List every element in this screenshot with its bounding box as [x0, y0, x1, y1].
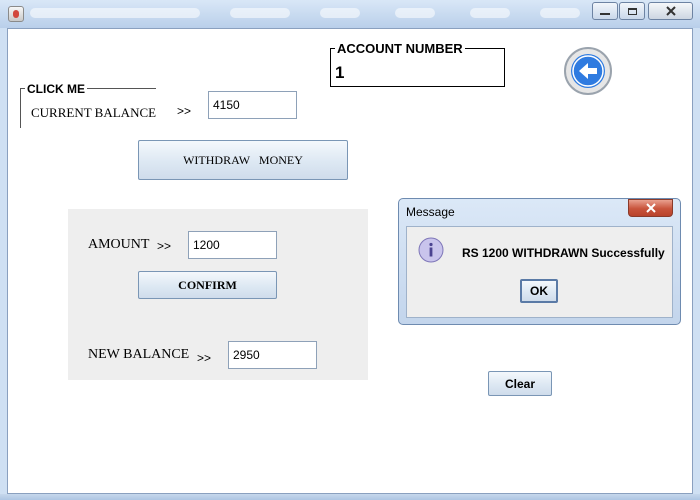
- amount-field[interactable]: [188, 231, 277, 259]
- dialog-title: Message: [406, 205, 455, 219]
- new-balance-arrow: >>: [197, 351, 212, 365]
- title-blur: [470, 8, 510, 18]
- title-blur: [395, 8, 435, 18]
- message-dialog: Message RS 1200 WITHDRAWN Successfully O…: [398, 198, 681, 325]
- java-app-icon: [8, 6, 24, 22]
- dialog-close-button[interactable]: [628, 199, 673, 217]
- close-icon: [645, 203, 656, 213]
- current-balance-arrow: >>: [177, 104, 192, 118]
- amount-arrow: >>: [157, 239, 172, 253]
- new-balance-label: NEW BALANCE: [88, 347, 190, 362]
- account-number-box: ACCOUNT NUMBER 1: [330, 41, 505, 87]
- dialog-message-text: RS 1200 WITHDRAWN Successfully: [462, 246, 665, 260]
- info-icon: [418, 237, 444, 263]
- title-blur: [320, 8, 360, 18]
- title-bar[interactable]: [0, 0, 700, 28]
- dialog-body: RS 1200 WITHDRAWN Successfully OK: [406, 226, 673, 318]
- click-me-label: CLICK ME: [25, 82, 87, 96]
- amount-label: AMOUNT: [88, 237, 150, 252]
- back-arrow-icon: [571, 54, 605, 88]
- minimize-button[interactable]: [592, 2, 618, 20]
- window-close-button[interactable]: [648, 2, 693, 20]
- close-icon: [665, 6, 676, 16]
- title-blur: [230, 8, 290, 18]
- title-text-blur: [30, 8, 200, 18]
- title-blur: [540, 8, 580, 18]
- withdraw-money-button[interactable]: WITHDRAW MONEY: [138, 140, 348, 180]
- account-number-value: 1: [335, 63, 345, 82]
- minimize-icon: [600, 13, 610, 15]
- maximize-button[interactable]: [619, 2, 645, 20]
- ok-button[interactable]: OK: [520, 279, 558, 303]
- account-number-label: ACCOUNT NUMBER: [335, 41, 465, 56]
- clear-button[interactable]: Clear: [488, 371, 552, 396]
- confirm-button[interactable]: CONFIRM: [138, 271, 277, 299]
- maximize-icon: [627, 7, 637, 15]
- new-balance-field[interactable]: [228, 341, 317, 369]
- window-bottom-edge: [0, 494, 700, 500]
- current-balance-label: CURRENT BALANCE: [31, 105, 157, 120]
- back-button[interactable]: [564, 47, 612, 95]
- app-window: ACCOUNT NUMBER 1 CLICK ME CURRENT BALANC…: [0, 0, 700, 500]
- current-balance-field[interactable]: [208, 91, 297, 119]
